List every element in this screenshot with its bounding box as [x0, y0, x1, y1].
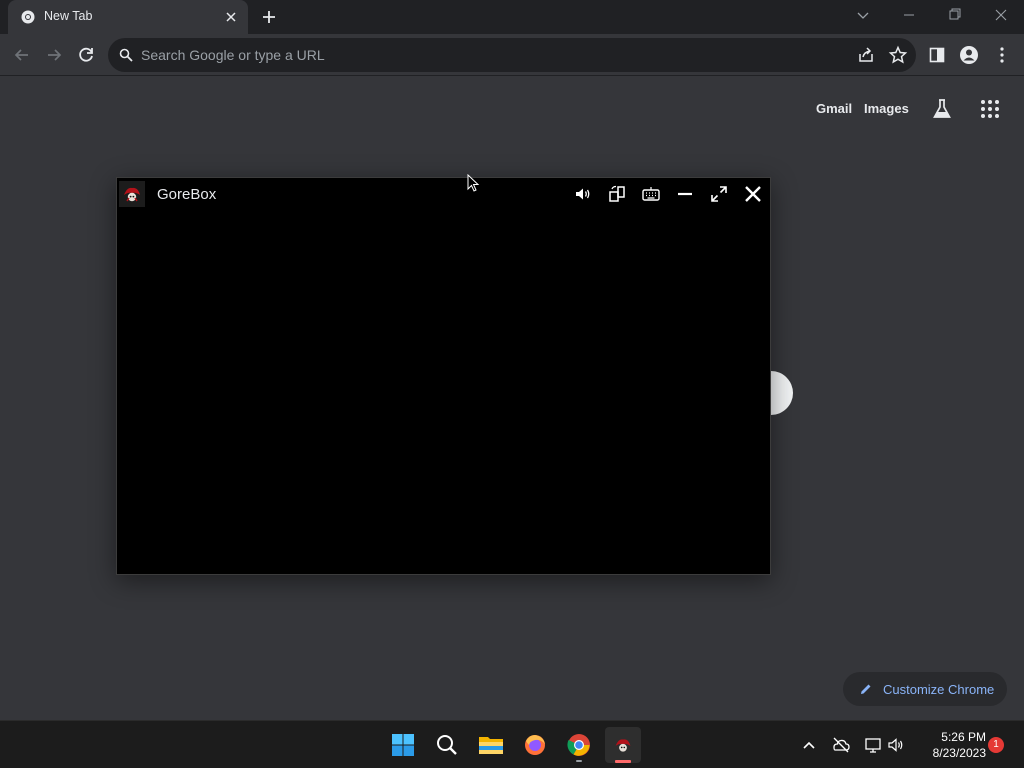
rotate-screen-icon[interactable] [606, 183, 628, 205]
show-hidden-icons-chevron-icon[interactable] [799, 735, 819, 755]
omnibox[interactable] [108, 38, 916, 72]
mouse-cursor-icon [467, 174, 480, 192]
address-input[interactable] [141, 38, 821, 72]
pencil-icon [861, 684, 871, 694]
running-indicator [576, 760, 582, 762]
reload-icon[interactable] [75, 44, 97, 66]
chrome-icon [567, 734, 590, 756]
profile-avatar-icon[interactable] [958, 44, 980, 66]
app-window-title: GoreBox [157, 186, 217, 203]
bookmark-star-icon[interactable] [887, 44, 909, 66]
back-arrow-icon[interactable] [11, 44, 33, 66]
share-icon[interactable] [855, 44, 877, 66]
fullscreen-icon[interactable] [708, 183, 730, 205]
minimize-window-icon[interactable] [897, 4, 921, 26]
volume-icon[interactable] [572, 183, 594, 205]
minimize-app-icon[interactable] [674, 183, 696, 205]
tab-strip: New Tab [0, 0, 1024, 34]
keyboard-icon[interactable] [640, 183, 662, 205]
windows-taskbar: 5:26 PM 8/23/2023 1 [0, 720, 1024, 768]
close-app-icon[interactable] [742, 183, 764, 205]
folder-icon [479, 737, 503, 754]
kebab-menu-icon[interactable] [991, 44, 1013, 66]
taskbar-search-icon [437, 735, 457, 755]
apps-grid-icon[interactable] [979, 98, 1001, 120]
close-window-icon[interactable] [989, 4, 1013, 26]
firefox-button[interactable] [517, 727, 553, 763]
gorebox-app-window[interactable]: GoreBox [116, 177, 771, 575]
images-link[interactable]: Images [864, 101, 909, 116]
network-icon[interactable] [863, 735, 883, 755]
onedrive-offline-icon[interactable] [831, 735, 851, 755]
taskbar-search-button[interactable] [429, 727, 465, 763]
tab-title: New Tab [44, 9, 93, 23]
restore-window-icon[interactable] [943, 4, 967, 26]
notification-badge[interactable]: 1 [988, 737, 1004, 753]
side-panel-icon[interactable] [926, 44, 948, 66]
file-explorer-button[interactable] [473, 727, 509, 763]
new-tab-icon[interactable] [258, 6, 280, 28]
tab-search-chevron-icon[interactable] [851, 4, 875, 26]
search-icon [119, 48, 133, 62]
chrome-taskbar-button[interactable] [561, 727, 597, 763]
tab-new-tab[interactable]: New Tab [8, 0, 248, 34]
chrome-favicon-icon [21, 10, 35, 24]
close-tab-icon[interactable] [222, 8, 240, 26]
taskbar-clock[interactable]: 5:26 PM 8/23/2023 [912, 729, 986, 761]
clock-time: 5:26 PM [941, 730, 986, 744]
gorebox-taskbar-icon [615, 739, 631, 752]
labs-flask-icon[interactable] [930, 97, 954, 121]
customize-chrome-label: Customize Chrome [883, 682, 995, 697]
gorebox-logo-icon [119, 181, 145, 207]
forward-arrow-icon[interactable] [43, 44, 65, 66]
clock-date: 8/23/2023 [932, 746, 986, 760]
windows-logo-icon [392, 734, 414, 756]
gorebox-taskbar-button[interactable] [605, 727, 641, 763]
customize-chrome-button[interactable]: Customize Chrome [843, 672, 1007, 706]
search-box-edge [771, 371, 793, 415]
gmail-link[interactable]: Gmail [816, 101, 852, 116]
firefox-icon [525, 735, 545, 755]
start-button[interactable] [385, 727, 421, 763]
speaker-icon[interactable] [886, 735, 906, 755]
browser-toolbar [0, 34, 1024, 76]
active-indicator [615, 760, 631, 763]
